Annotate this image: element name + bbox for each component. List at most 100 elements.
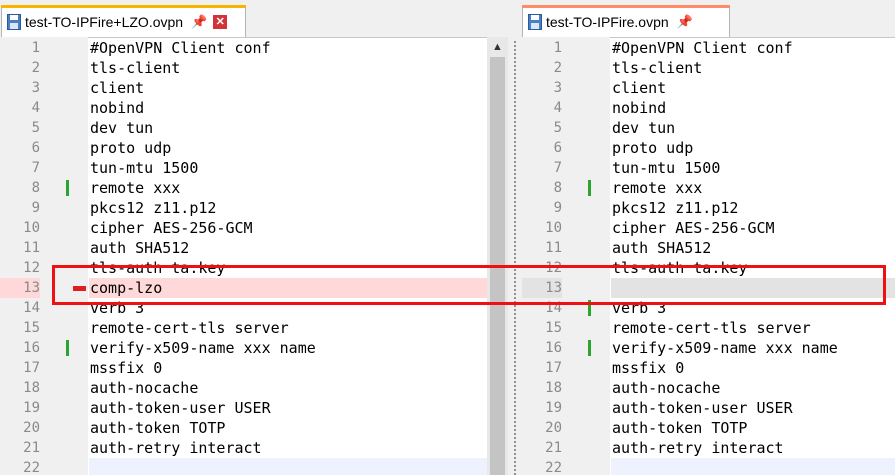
line-text[interactable]: nobind bbox=[611, 98, 895, 118]
line-text[interactable]: cipher AES-256-GCM bbox=[611, 218, 895, 238]
code-line[interactable]: 5 dev tun bbox=[522, 118, 895, 138]
code-line[interactable]: 1 #OpenVPN Client conf bbox=[522, 38, 895, 58]
code-line[interactable]: 15 remote-cert-tls server bbox=[0, 318, 508, 338]
code-line[interactable]: 11 auth SHA512 bbox=[0, 238, 508, 258]
code-line[interactable]: 12 tls-auth ta.key bbox=[522, 258, 895, 278]
line-text[interactable]: remote-cert-tls server bbox=[89, 318, 508, 338]
code-line[interactable]: 1 #OpenVPN Client conf bbox=[0, 38, 508, 58]
code-line[interactable]: 8 remote xxx bbox=[0, 178, 508, 198]
pane-splitter[interactable] bbox=[508, 0, 522, 475]
code-line[interactable]: 12 tls-auth ta.key bbox=[0, 258, 508, 278]
splitter-grip[interactable] bbox=[513, 40, 517, 475]
code-line[interactable]: 18 auth-nocache bbox=[0, 378, 508, 398]
code-line[interactable]: 17 mssfix 0 bbox=[0, 358, 508, 378]
tab-left-file[interactable]: test-TO-IPFire+LZO.ovpn 📌 ✕ bbox=[1, 5, 246, 37]
vertical-scrollbar[interactable]: ▲ bbox=[487, 37, 508, 475]
line-text[interactable]: tun-mtu 1500 bbox=[611, 158, 895, 178]
code-line[interactable]: 15 remote-cert-tls server bbox=[522, 318, 895, 338]
line-text[interactable]: auth-token TOTP bbox=[89, 418, 508, 438]
code-line[interactable]: 7 tun-mtu 1500 bbox=[0, 158, 508, 178]
code-line[interactable]: 6 proto udp bbox=[0, 138, 508, 158]
line-text[interactable]: auth-nocache bbox=[89, 378, 508, 398]
code-line[interactable]: 18 auth-nocache bbox=[522, 378, 895, 398]
line-text[interactable]: tls-client bbox=[89, 58, 508, 78]
line-text[interactable] bbox=[89, 458, 508, 475]
code-line[interactable]: 3 client bbox=[0, 78, 508, 98]
code-line[interactable]: 5 dev tun bbox=[0, 118, 508, 138]
line-text[interactable]: auth-token-user USER bbox=[611, 398, 895, 418]
code-line[interactable]: 19 auth-token-user USER bbox=[0, 398, 508, 418]
right-editor[interactable]: 1 #OpenVPN Client conf 2 tls-client 3 client 4… bbox=[522, 37, 895, 475]
line-text[interactable]: proto udp bbox=[89, 138, 508, 158]
code-line[interactable]: 20 auth-token TOTP bbox=[522, 418, 895, 438]
line-text[interactable]: verify-x509-name xxx name bbox=[611, 338, 895, 358]
line-text[interactable]: mssfix 0 bbox=[89, 358, 508, 378]
tab-right-file[interactable]: test-TO-IPFire.ovpn 📌 bbox=[522, 5, 730, 37]
code-line[interactable]: 13 bbox=[522, 278, 895, 298]
line-text[interactable]: verify-x509-name xxx name bbox=[89, 338, 508, 358]
line-text[interactable]: auth-retry interact bbox=[89, 438, 508, 458]
scrollbar-thumb[interactable] bbox=[490, 57, 505, 475]
code-line[interactable]: 10 cipher AES-256-GCM bbox=[522, 218, 895, 238]
line-text[interactable]: client bbox=[89, 78, 508, 98]
line-text[interactable]: remote xxx bbox=[89, 178, 508, 198]
line-text[interactable]: auth-nocache bbox=[611, 378, 895, 398]
line-text[interactable]: tls-client bbox=[611, 58, 895, 78]
line-text[interactable]: remote-cert-tls server bbox=[611, 318, 895, 338]
code-line[interactable]: 10 cipher AES-256-GCM bbox=[0, 218, 508, 238]
left-editor[interactable]: 1 #OpenVPN Client conf 2 tls-client 3 client 4… bbox=[0, 37, 508, 475]
code-line[interactable]: 16 verify-x509-name xxx name bbox=[522, 338, 895, 358]
code-line[interactable]: 9 pkcs12 z11.p12 bbox=[522, 198, 895, 218]
code-line[interactable]: 22 bbox=[0, 458, 508, 475]
line-text[interactable]: auth SHA512 bbox=[89, 238, 508, 258]
code-line[interactable]: 11 auth SHA512 bbox=[522, 238, 895, 258]
code-line[interactable]: 20 auth-token TOTP bbox=[0, 418, 508, 438]
code-line[interactable]: 3 client bbox=[522, 78, 895, 98]
line-text[interactable]: auth SHA512 bbox=[611, 238, 895, 258]
code-line[interactable]: 2 tls-client bbox=[522, 58, 895, 78]
line-text[interactable]: tls-auth ta.key bbox=[89, 258, 508, 278]
line-text[interactable]: dev tun bbox=[89, 118, 508, 138]
code-line[interactable]: 9 pkcs12 z11.p12 bbox=[0, 198, 508, 218]
line-text[interactable]: cipher AES-256-GCM bbox=[89, 218, 508, 238]
code-line[interactable]: 14 verb 3 bbox=[522, 298, 895, 318]
line-text[interactable]: auth-token TOTP bbox=[611, 418, 895, 438]
line-text[interactable]: client bbox=[611, 78, 895, 98]
line-text[interactable]: verb 3 bbox=[611, 298, 895, 318]
code-line[interactable]: 13 comp-lzo bbox=[0, 278, 508, 298]
close-icon[interactable]: ✕ bbox=[213, 14, 228, 29]
line-text[interactable] bbox=[611, 278, 895, 298]
code-line[interactable]: 4 nobind bbox=[522, 98, 895, 118]
line-text[interactable]: auth-retry interact bbox=[611, 438, 895, 458]
line-text[interactable]: remote xxx bbox=[611, 178, 895, 198]
code-line[interactable]: 21 auth-retry interact bbox=[522, 438, 895, 458]
line-text[interactable]: comp-lzo bbox=[89, 278, 508, 298]
code-line[interactable]: 16 verify-x509-name xxx name bbox=[0, 338, 508, 358]
line-text[interactable]: #OpenVPN Client conf bbox=[89, 38, 508, 58]
pin-icon[interactable]: 📌 bbox=[677, 14, 693, 30]
code-line[interactable]: 17 mssfix 0 bbox=[522, 358, 895, 378]
line-text[interactable]: verb 3 bbox=[89, 298, 508, 318]
code-line[interactable]: 7 tun-mtu 1500 bbox=[522, 158, 895, 178]
line-text[interactable]: dev tun bbox=[611, 118, 895, 138]
code-line[interactable]: 14 verb 3 bbox=[0, 298, 508, 318]
scroll-up-arrow-icon[interactable]: ▲ bbox=[487, 37, 508, 57]
line-text[interactable]: nobind bbox=[89, 98, 508, 118]
code-line[interactable]: 22 bbox=[522, 458, 895, 475]
line-text[interactable]: tun-mtu 1500 bbox=[89, 158, 508, 178]
pin-icon[interactable]: 📌 bbox=[191, 14, 207, 30]
line-text[interactable]: proto udp bbox=[611, 138, 895, 158]
line-text[interactable]: auth-token-user USER bbox=[89, 398, 508, 418]
code-line[interactable]: 8 remote xxx bbox=[522, 178, 895, 198]
line-text[interactable]: pkcs12 z11.p12 bbox=[611, 198, 895, 218]
line-text[interactable]: pkcs12 z11.p12 bbox=[89, 198, 508, 218]
code-line[interactable]: 19 auth-token-user USER bbox=[522, 398, 895, 418]
code-line[interactable]: 6 proto udp bbox=[522, 138, 895, 158]
code-line[interactable]: 2 tls-client bbox=[0, 58, 508, 78]
code-line[interactable]: 4 nobind bbox=[0, 98, 508, 118]
line-text[interactable]: mssfix 0 bbox=[611, 358, 895, 378]
line-text[interactable] bbox=[611, 458, 895, 475]
line-text[interactable]: tls-auth ta.key bbox=[611, 258, 895, 278]
line-text[interactable]: #OpenVPN Client conf bbox=[611, 38, 895, 58]
code-line[interactable]: 21 auth-retry interact bbox=[0, 438, 508, 458]
